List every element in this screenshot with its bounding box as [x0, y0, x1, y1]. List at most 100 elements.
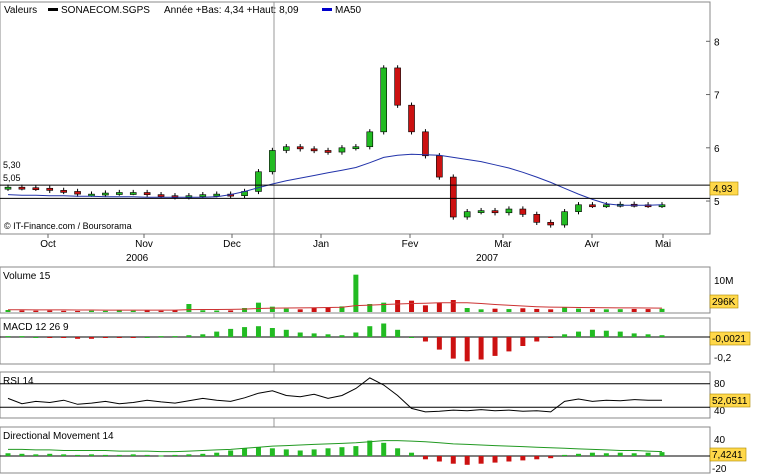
- candle-body: [296, 146, 304, 150]
- macd-bar: [172, 336, 178, 338]
- candle-body: [269, 150, 276, 173]
- macd-panel: MACD 12 26 9 -0,2 -0,0021: [0, 317, 751, 365]
- candle-body: [199, 194, 207, 197]
- macd-bar: [255, 326, 261, 337]
- candle-body: [32, 187, 40, 191]
- dm-bar: [381, 442, 387, 456]
- dm-bar: [102, 454, 108, 456]
- volume-bar: [562, 307, 568, 312]
- macd-bar: [214, 331, 220, 337]
- macd-bar: [47, 337, 53, 338]
- macd-bar: [158, 336, 164, 338]
- macd-bar: [297, 332, 303, 337]
- dm-bar: [130, 454, 136, 456]
- volume-bar: [576, 308, 582, 312]
- macd-bar: [144, 337, 150, 338]
- rsi-tick-80: 80: [714, 379, 726, 390]
- left-mark-505: 5,05: [3, 173, 21, 183]
- candle-body: [436, 155, 443, 178]
- macd-bar: [88, 337, 94, 339]
- volume-bar: [617, 309, 623, 312]
- legend-values-label: Valeurs: [4, 5, 37, 16]
- candle-body: [60, 190, 67, 193]
- dm-bar: [576, 453, 582, 456]
- macd-last-value: -0,0021: [712, 334, 746, 345]
- dm-bar: [5, 453, 11, 456]
- stock-chart-figure: Valeurs SONAECOM.SGPS Année +Bas: 4,34 +…: [0, 1, 751, 475]
- rsi-title: RSI 14: [3, 376, 34, 387]
- volume-bar: [283, 308, 289, 312]
- price-panel: [0, 1, 711, 235]
- macd-bar: [617, 331, 623, 337]
- macd-tick: -0,2: [714, 353, 732, 364]
- dm-bar: [61, 454, 67, 456]
- dm-bar: [19, 453, 25, 456]
- macd-title: MACD 12 26 9: [3, 322, 69, 333]
- dm-bar: [562, 454, 568, 456]
- volume-bar: [214, 310, 220, 312]
- month-label: Fev: [402, 239, 419, 250]
- macd-bar: [242, 327, 248, 337]
- volume-bar: [548, 309, 554, 312]
- macd-bar: [5, 336, 11, 338]
- legend-ma-swatch: [322, 8, 332, 11]
- dm-bar: [325, 448, 331, 456]
- dm-bar: [422, 456, 428, 460]
- volume-bar: [506, 309, 512, 312]
- candle-body: [116, 192, 123, 195]
- volume-bar: [422, 305, 428, 312]
- volume-bar: [631, 308, 637, 312]
- volume-title: Volume 15: [3, 271, 51, 282]
- volume-bar: [311, 308, 317, 312]
- candle-body: [282, 146, 290, 151]
- volume-bar: [5, 310, 11, 312]
- volume-bar: [659, 308, 665, 312]
- volume-bar: [325, 307, 331, 312]
- price-ytick-label: 6: [714, 144, 720, 155]
- dm-bar: [464, 456, 470, 465]
- volume-bar: [200, 310, 206, 312]
- candle-body: [18, 186, 26, 190]
- dm-bar: [200, 453, 206, 456]
- volume-bar: [61, 310, 67, 312]
- rsi-last-value: 52,0511: [712, 396, 748, 407]
- volume-bar: [144, 310, 150, 312]
- dm-bar: [144, 454, 150, 456]
- volume-bar: [450, 300, 456, 312]
- dm-tick-neg20: -20: [712, 464, 727, 475]
- dm-bar: [116, 454, 122, 456]
- volume-bar: [19, 310, 25, 312]
- macd-bar: [75, 337, 81, 339]
- month-label: Mai: [655, 239, 671, 250]
- dm-bar: [47, 453, 53, 456]
- dm-bar: [172, 454, 178, 456]
- volume-bar: [464, 308, 470, 312]
- candle-body: [46, 187, 54, 191]
- candle-body: [324, 150, 332, 153]
- macd-bar: [548, 337, 554, 338]
- volume-bar: [492, 308, 498, 312]
- macd-bar: [436, 337, 442, 350]
- dm-bar: [395, 448, 401, 456]
- dm-bar: [589, 452, 595, 456]
- volume-bar: [534, 308, 540, 312]
- price-ytick-label: 5: [714, 197, 720, 208]
- dm-bar: [631, 453, 637, 456]
- candle-body: [310, 148, 318, 152]
- volume-bar: [75, 310, 81, 312]
- dm-bar: [659, 452, 665, 456]
- candle-body: [143, 192, 151, 195]
- candle-body: [74, 191, 81, 195]
- candle-body: [491, 210, 499, 214]
- dm-bar: [186, 454, 192, 456]
- macd-bar: [228, 328, 234, 337]
- macd-bar: [186, 335, 192, 337]
- volume-bar: [589, 309, 595, 312]
- price-ytick-label: 8: [714, 37, 720, 48]
- candle-body: [129, 192, 137, 195]
- macd-bar: [478, 337, 484, 360]
- dm-bar: [228, 450, 234, 456]
- candle-body: [561, 211, 568, 226]
- macd-bar: [395, 329, 401, 337]
- dm-bar: [283, 449, 289, 456]
